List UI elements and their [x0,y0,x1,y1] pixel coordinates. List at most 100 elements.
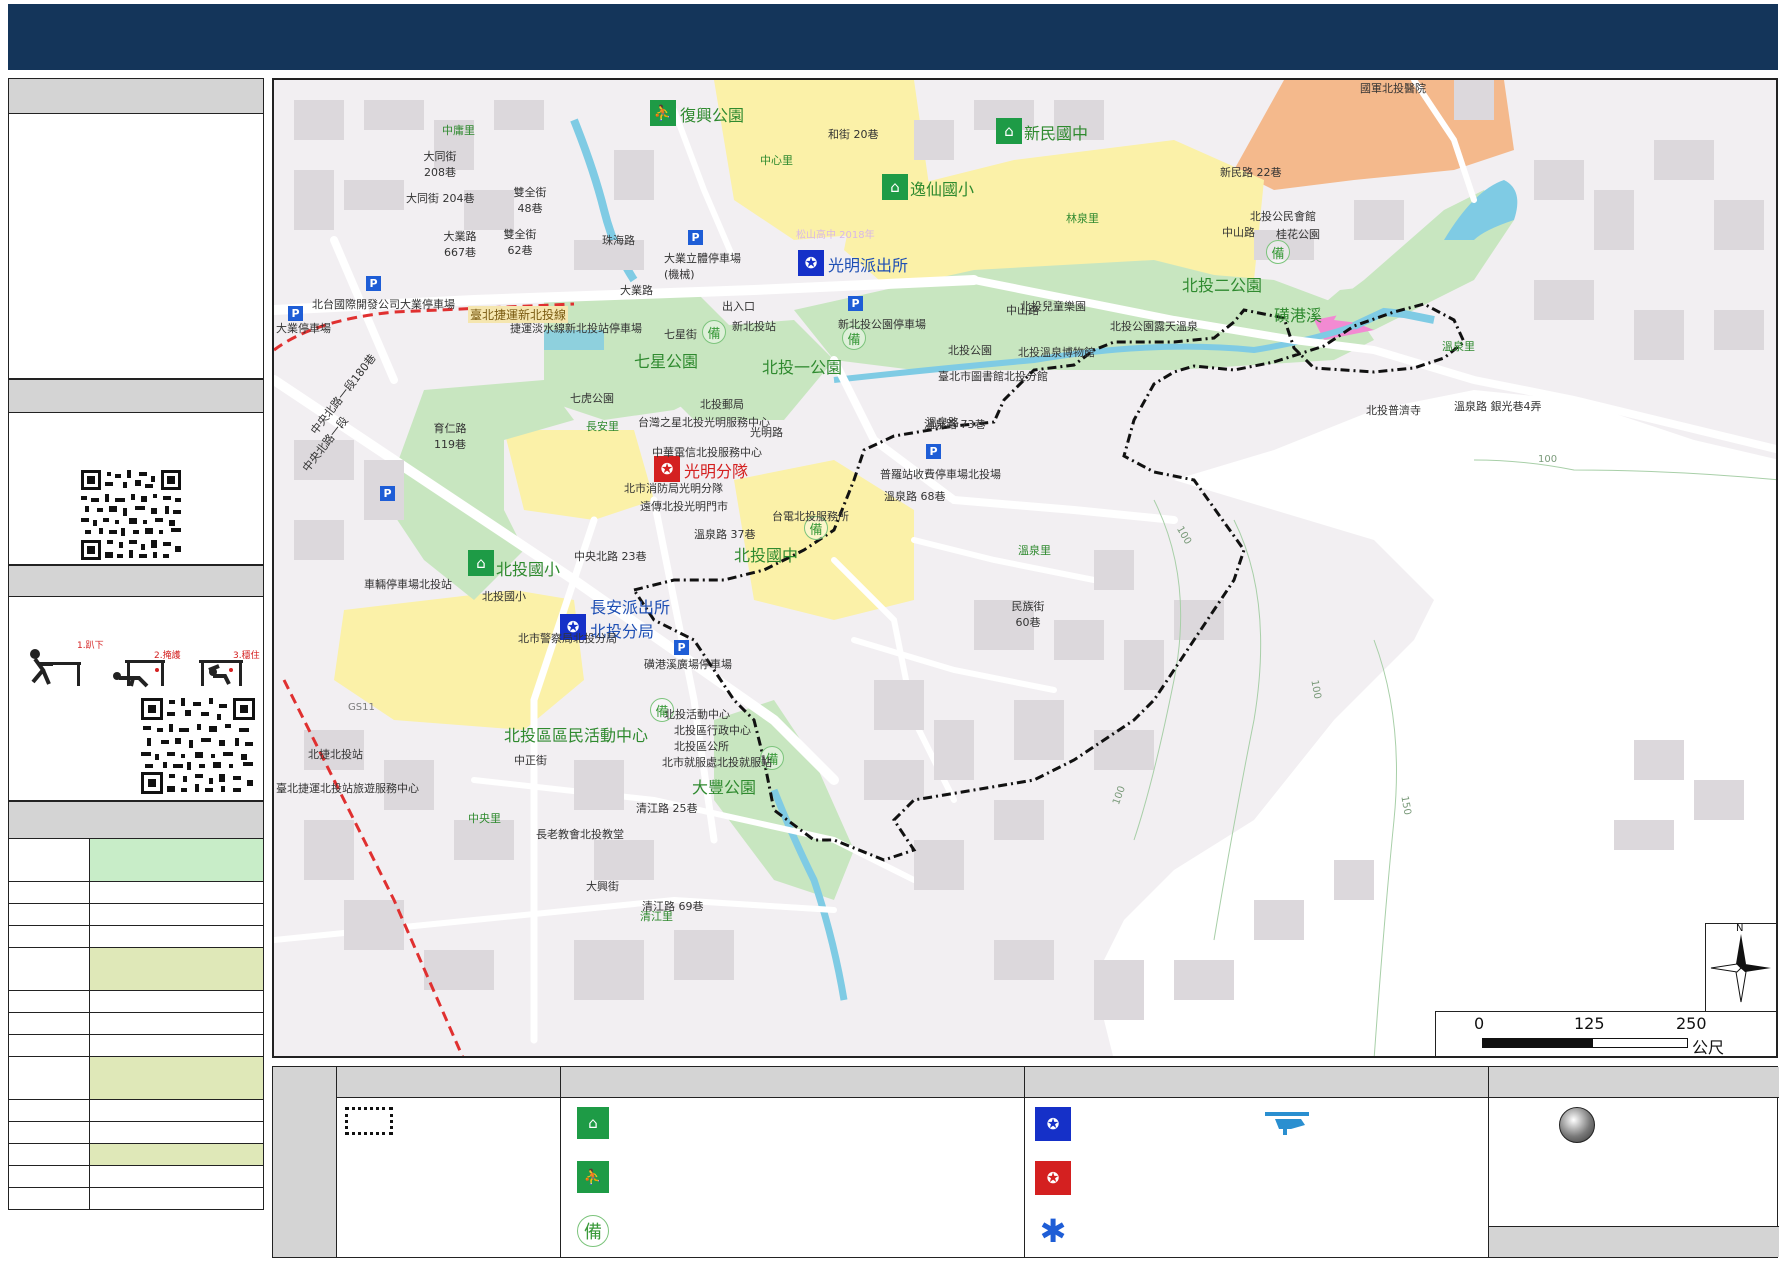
area-label: 林泉里 [1066,212,1099,225]
boundary-swatch [345,1107,393,1135]
poi-label: 台灣之星北投光明服務中心 [638,416,770,429]
step-cover-label: 2.掩護 [154,651,181,661]
metro-line-label: 臺北捷運新北投線 [468,306,569,323]
table-row [8,881,264,904]
drop-figure-icon [25,646,85,688]
poi-label: 北市消防局光明分隊 [624,482,723,495]
poi-label: 大業停車場 [276,322,331,335]
park-label-beitou-one: 北投一公園 [762,358,843,377]
street-label: 清江路 25巷 [636,802,698,815]
preparedness-marker[interactable]: 備 [702,320,726,344]
faint-label: 松山高中 2018年 [796,230,875,241]
scale-unit: 公尺 [1692,1038,1725,1057]
legend-col-services: ✪ ✪ ✱ [1025,1067,1489,1257]
street-label: 中央北路 23巷 [574,550,647,563]
table-row [8,838,264,882]
parking-icon: P [288,306,303,321]
parking-icon: P [926,444,941,459]
school-label-beitou-junior: 北投國中 [734,546,799,565]
fire-icon: ✪ [1035,1161,1071,1195]
poi-label: 北投公園露天溫泉 [1110,320,1198,333]
poi-label: 七虎公園 [570,392,614,405]
street-label: 大業路 [620,284,653,297]
poi-label: 遠傳北投光明門市 [640,500,728,513]
table-row [8,1187,264,1210]
poi-label: 長老教會北投教堂 [536,828,624,841]
street-label: 大興街 [586,880,619,893]
preparedness-marker[interactable]: 備 [1266,240,1290,264]
contour-label: 100 [1538,454,1558,465]
scale-tick-250: 250 [1676,1014,1707,1033]
qr-panel-header [9,380,263,413]
legend-col-header [561,1067,1024,1098]
street-label: 中山路 [1222,226,1255,239]
poi-label: 北投區公所 [674,740,729,753]
info-panel [8,78,264,379]
park-shelter-marker[interactable]: ⛹ [650,100,676,126]
poi-label: 中華電信北投服務中心 [652,446,762,459]
medical-icon: ✱ [1039,1212,1067,1250]
legend-col-other [1489,1067,1779,1257]
school-shelter-marker[interactable]: ⌂ [468,550,494,576]
area-label: 長安里 [586,420,619,433]
table-cell-highlight [89,1143,264,1166]
poi-label: 北市警察局北投分局 [518,632,617,645]
station-tag: GS11 [348,702,375,713]
poi-label: 北投公民會館 [1250,210,1316,223]
scale-bar-black [1482,1038,1592,1048]
table-row [8,1056,264,1100]
table-row [8,1099,264,1122]
poi-label: 北投區行政中心 [674,724,751,737]
police-label-changan: 長安派出所 [590,598,671,617]
parking-icon: P [688,230,703,245]
street-label: 清江路 69巷 [642,900,704,913]
school-shelter-marker[interactable]: ⌂ [882,174,908,200]
street-label: 溫泉路 73巷 [924,418,986,431]
contacts-table [8,838,264,1210]
table-row [8,1012,264,1035]
shelter-park-icon: ⛹ [577,1161,609,1193]
police-label-guangming: 光明派出所 [828,256,909,275]
legend-col-header [1025,1067,1488,1098]
scale-bar-white [1592,1038,1688,1048]
scale-tick-125: 125 [1574,1014,1605,1033]
area-label: 中庸里 [442,124,475,137]
poi-label: 磺港溪廣場停車場 [644,658,732,671]
table-row [8,903,264,926]
stream-label-huanggang: 磺港溪 [1274,306,1323,325]
poi-label: 北捷北投站 [308,748,363,761]
poi-label: 車輛停車場北投站 [364,578,452,591]
table-row [8,925,264,948]
police-station-marker[interactable]: ✪ [798,250,824,276]
school-shelter-marker[interactable]: ⌂ [996,118,1022,144]
poi-label: 北投郵局 [700,398,744,411]
evacuation-map[interactable]: ⛹ 復興公園 ⌂ 新民國中 ⌂ 逸仙國小 ✪ 光明派出所 七星公園 北投一公園 … [272,78,1778,1058]
poi-label: 北投活動中心 [664,708,730,721]
earthquake-qr-code[interactable] [139,696,257,796]
poi-label: 北市就服處北投就服站 [662,756,772,769]
title-bar [8,4,1778,70]
street-label: 珠海路 [602,234,635,247]
north-arrow: N [1705,923,1776,1012]
street-label: 大同街 204巷 [406,192,475,205]
step-hold-label: 3.穩住 [233,651,260,661]
table-row [8,990,264,1013]
area-label: 溫泉里 [1018,544,1051,557]
park-label-beitou-two: 北投二公園 [1182,276,1263,295]
park-label-dafeng: 大豐公園 [692,778,757,797]
table-row [8,1121,264,1144]
legend-col-header [1489,1067,1779,1098]
street-label: 育仁路 119巷 [433,422,467,451]
street-label: 大業路 667巷 [443,230,477,259]
fire-label-guangming: 光明分隊 [684,462,749,481]
school-label-yixian: 逸仙國小 [910,180,975,199]
poi-label: 臺北市圖書館北投分館 [938,370,1048,383]
poi-label: 大業立體停車場 (機械) [664,252,741,281]
street-label: 雙全街 48巷 [513,186,547,215]
parking-icon: P [380,486,395,501]
qr-code[interactable] [79,468,183,562]
table-cell-highlight [89,1056,264,1100]
poi-label: 北投公園 [948,344,992,357]
table-cell-highlight [89,838,264,882]
street-label: 和街 20巷 [828,128,879,141]
